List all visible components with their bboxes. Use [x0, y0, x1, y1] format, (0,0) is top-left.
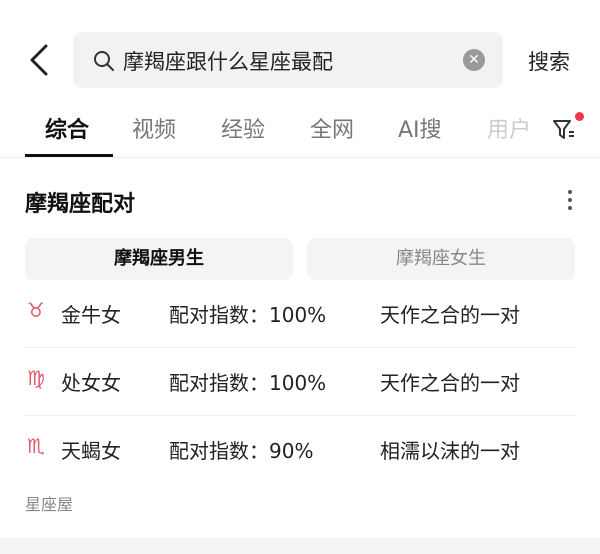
segment-female[interactable]: 摩羯座女生: [307, 238, 575, 280]
search-header: 摩羯座跟什么星座最配 ✕ 搜索: [0, 30, 600, 90]
tab-experience[interactable]: 经验: [221, 112, 265, 144]
match-score: 配对指数：100%: [169, 371, 327, 395]
match-desc: 相濡以沫的一对: [380, 439, 520, 463]
taurus-icon: ♉: [27, 298, 45, 322]
clear-icon[interactable]: ✕: [463, 49, 485, 71]
match-name: 处女女: [61, 371, 121, 395]
tab-web[interactable]: 全网: [310, 112, 354, 144]
match-desc: 天作之合的一对: [380, 303, 520, 327]
virgo-icon: ♍: [27, 366, 45, 390]
list-item[interactable]: ♍ 处女女 配对指数：100% 天作之合的一对: [25, 348, 575, 416]
section-divider: [0, 538, 600, 554]
list-item[interactable]: ♏ 天蝎女 配对指数：90% 相濡以沫的一对: [25, 416, 575, 484]
more-icon[interactable]: [566, 190, 574, 214]
match-name: 金牛女: [61, 303, 121, 327]
tab-video[interactable]: 视频: [132, 112, 176, 144]
active-tab-indicator: [25, 154, 113, 157]
search-input[interactable]: 摩羯座跟什么星座最配 ✕: [73, 32, 503, 88]
segment-male[interactable]: 摩羯座男生: [25, 238, 293, 280]
tab-users[interactable]: 用户: [487, 112, 535, 144]
match-desc: 天作之合的一对: [380, 371, 520, 395]
notification-dot: [575, 112, 584, 121]
scorpio-icon: ♏: [27, 434, 45, 458]
match-score: 配对指数：90%: [169, 439, 314, 463]
match-score: 配对指数：100%: [169, 303, 327, 327]
source-label[interactable]: 星座屋: [25, 491, 73, 515]
tab-bar: 综合 视频 经验 全网 AI搜 用户: [0, 110, 600, 158]
filter-icon[interactable]: [552, 118, 576, 142]
search-query: 摩羯座跟什么星座最配: [123, 50, 333, 74]
search-button[interactable]: 搜索: [528, 46, 570, 76]
search-icon: [94, 51, 114, 71]
list-item[interactable]: ♉ 金牛女 配对指数：100% 天作之合的一对: [25, 280, 575, 348]
back-arrow-icon[interactable]: [26, 42, 56, 78]
tab-ai-search[interactable]: AI搜: [398, 112, 442, 144]
card-title: 摩羯座配对: [25, 192, 136, 217]
tab-all[interactable]: 综合: [45, 112, 89, 144]
match-name: 天蝎女: [61, 439, 121, 463]
